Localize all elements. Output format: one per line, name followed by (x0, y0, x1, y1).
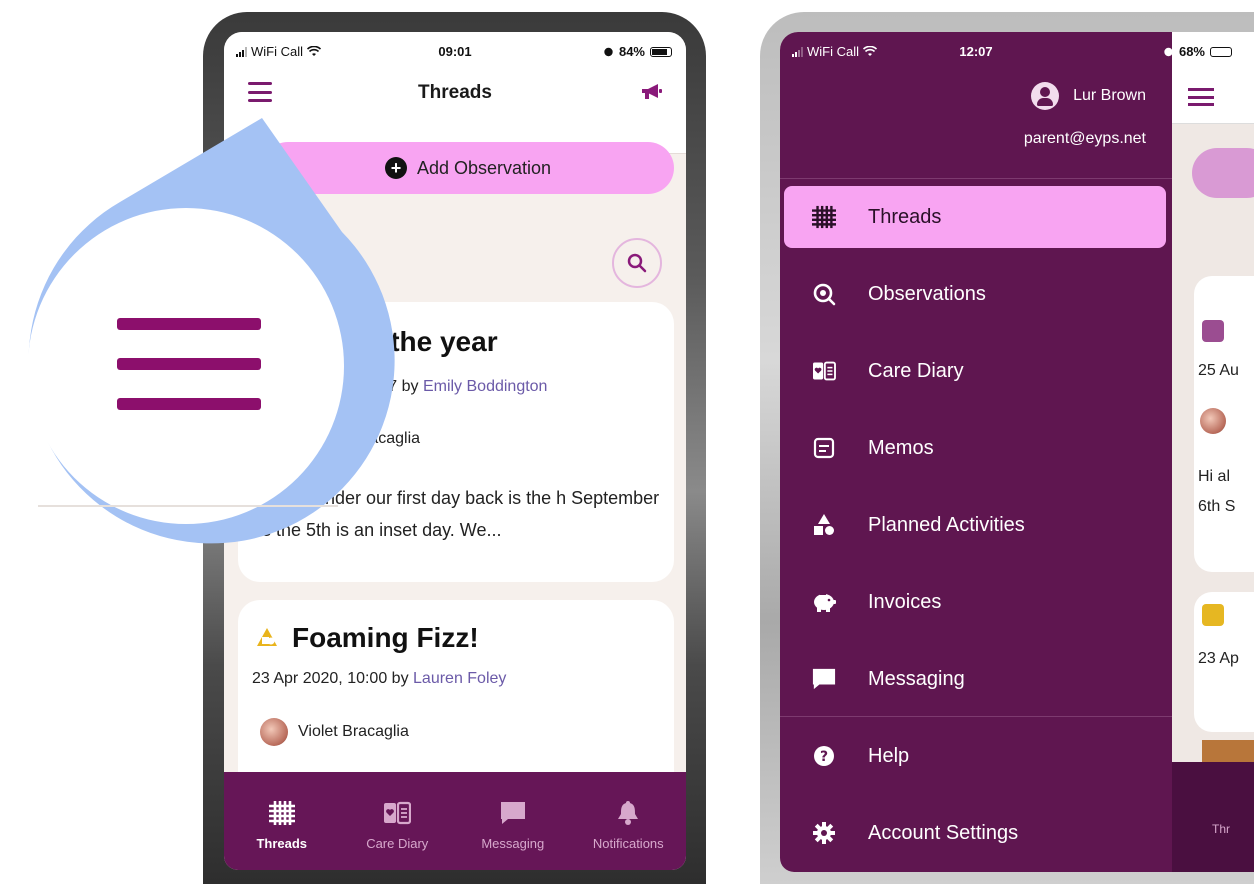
thread-meta: 23 Apr 2020, 10:00 by Lauren Foley (252, 670, 506, 688)
background-text: Hi al (1198, 468, 1231, 485)
divider (780, 178, 1172, 179)
background-text: 6th S (1198, 498, 1236, 515)
shapes-icon (257, 628, 277, 646)
thread-card[interactable]: Foaming Fizz! 23 Apr 2020, 10:00 by Laur… (238, 600, 674, 800)
thread-body: ist a reminder our first day back is the… (252, 488, 660, 540)
background-tab-bar: Thr (1172, 762, 1254, 872)
bottom-tab-bar: Threads Care Diary Messaging Notificatio… (224, 772, 686, 870)
menu-item-threads[interactable]: Threads (784, 186, 1166, 248)
menu-item-label: Help (868, 744, 910, 767)
avatar (260, 718, 288, 746)
avatar (1200, 408, 1226, 434)
threads-icon (810, 204, 838, 230)
background-tab-label: Thr (1212, 822, 1230, 836)
menu-item-label: Invoices (868, 590, 942, 613)
background-date: 25 Au (1198, 362, 1239, 379)
menu-item-label: Threads (868, 205, 942, 228)
battery-status: 68% (1163, 44, 1232, 59)
menu-item-messaging[interactable]: Messaging (784, 648, 1166, 710)
memo-icon (810, 435, 838, 461)
tab-threads[interactable]: Threads (224, 772, 340, 870)
user-email: parent@eyps.net (1023, 130, 1146, 147)
thread-author[interactable]: Emily Boddington (423, 378, 548, 395)
status-bar: WiFi Call 09:01 84% (224, 32, 686, 70)
thread-meta: 5:07 by Emily Boddington (366, 378, 547, 396)
message-icon (810, 666, 838, 692)
menu-item-invoices[interactable]: Invoices (784, 571, 1166, 633)
clock: 12:07 (959, 44, 993, 59)
thread-title: Foaming Fizz! (292, 622, 479, 653)
svg-text:?: ? (820, 749, 828, 765)
tab-label: Care Diary (366, 836, 429, 851)
add-observation-label: Add Observation (416, 157, 552, 178)
menu-item-care-diary[interactable]: Care Diary (784, 340, 1166, 402)
bell-icon (618, 801, 639, 825)
thread-child: racaglia (364, 430, 420, 448)
battery-percent: 84% (618, 44, 645, 59)
thread-title: of the year (356, 326, 498, 357)
help-icon: ? (810, 743, 838, 769)
observations-icon (810, 281, 838, 307)
menu-item-planned-activities[interactable]: Planned Activities (784, 494, 1166, 556)
megaphone-icon[interactable] (640, 82, 664, 102)
care-diary-icon (384, 801, 412, 825)
battery-icon (1210, 46, 1232, 57)
hamburger-icon[interactable] (1188, 88, 1214, 106)
battery-icon (650, 46, 672, 57)
user-icon (1031, 82, 1060, 110)
background-card-image (1202, 740, 1254, 764)
status-bar: WiFi Call 12:07 68% (780, 32, 1232, 70)
phone-screen-left: WiFi Call 09:01 84% Threads + Add Observ… (224, 32, 686, 870)
tab-care-diary[interactable]: Care Diary (340, 772, 456, 870)
menu-item-label: Messaging (868, 667, 965, 690)
piggy-bank-icon (810, 589, 838, 615)
tab-notifications[interactable]: Notifications (571, 772, 687, 870)
tab-label: Threads (256, 836, 308, 851)
battery-status: 84% (603, 44, 672, 59)
care-diary-icon (810, 358, 838, 384)
thread-card[interactable]: of the year 5:07 by Emily Boddington rac… (238, 302, 674, 582)
phone-screen-right: 25 Au Hi al 6th S 23 Ap Thr WiFi Call 12… (780, 32, 1254, 872)
alarm-icon (1164, 47, 1173, 57)
page-title: Threads (418, 82, 492, 103)
memo-icon (1202, 320, 1224, 342)
search-button[interactable] (612, 238, 662, 288)
plus-circle-icon: + (384, 157, 407, 179)
gear-icon (810, 820, 838, 846)
thread-time: 23 Apr 2020, 10:00 by (252, 670, 414, 687)
menu-item-label: Observations (868, 282, 986, 305)
background-add-observation (1192, 148, 1254, 198)
user-profile[interactable]: Lur Brown (1031, 82, 1146, 110)
divider (780, 716, 1172, 717)
background-date: 23 Ap (1198, 650, 1239, 667)
thread-time: 5:07 by (366, 378, 423, 395)
menu-item-observations[interactable]: Observations (784, 263, 1166, 325)
menu-item-account-settings[interactable]: Account Settings (784, 802, 1166, 864)
alarm-icon (604, 47, 613, 57)
menu-item-label: Memos (868, 436, 934, 459)
tab-label: Messaging (481, 836, 545, 851)
tab-label: Notifications (592, 836, 664, 851)
menu-item-help[interactable]: ? Help (784, 725, 1166, 787)
battery-percent: 68% (1178, 44, 1205, 59)
background-threads-screen: 25 Au Hi al 6th S 23 Ap Thr (1172, 32, 1254, 872)
zoomed-hamburger-icon (117, 318, 261, 412)
search-icon (627, 253, 647, 273)
child-name: racaglia (364, 430, 421, 447)
side-drawer: WiFi Call 12:07 68% Lur Brown parent@eyp… (780, 32, 1232, 872)
message-icon (500, 802, 525, 824)
thread-author[interactable]: Lauren Foley (413, 670, 506, 687)
child-name: Violet Bracaglia (298, 723, 409, 740)
menu-item-memos[interactable]: Memos (784, 417, 1166, 479)
threads-icon (268, 801, 295, 825)
user-name: Lur Brown (1073, 87, 1146, 104)
menu-item-label: Care Diary (868, 359, 964, 382)
thread-child: Violet Bracaglia (260, 718, 409, 746)
tab-messaging[interactable]: Messaging (455, 772, 571, 870)
shapes-icon (810, 512, 838, 538)
add-observation-button[interactable]: + Add Observation (262, 142, 674, 194)
shapes-icon (1202, 604, 1224, 626)
menu-item-label: Planned Activities (868, 513, 1025, 536)
menu-item-label: Account Settings (868, 821, 1019, 844)
